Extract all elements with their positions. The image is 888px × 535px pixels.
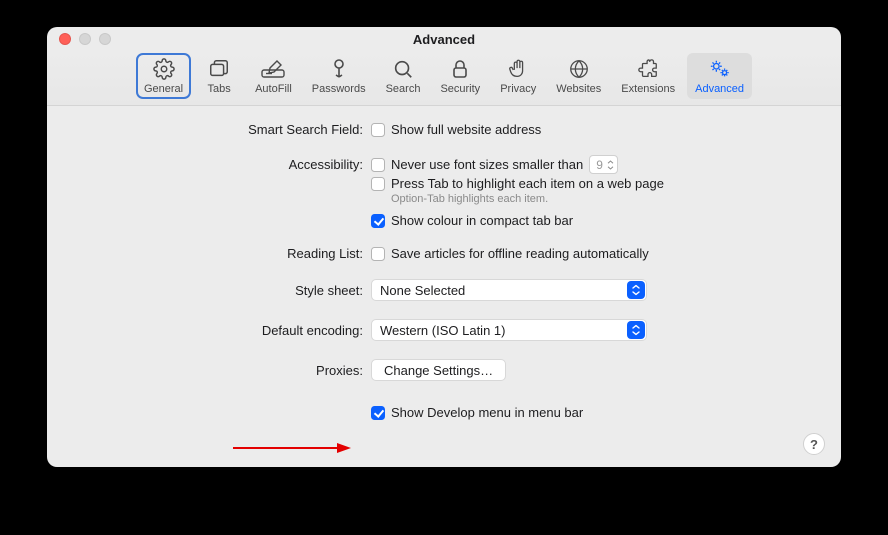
tabs-icon bbox=[208, 57, 230, 81]
default-encoding-value: Western (ISO Latin 1) bbox=[380, 323, 505, 338]
min-font-size-select[interactable]: 9 bbox=[589, 155, 618, 174]
tab-websites[interactable]: Websites bbox=[548, 53, 609, 99]
minimize-window-button[interactable] bbox=[79, 33, 91, 45]
preferences-toolbar: General Tabs AutoFill Passwords Search bbox=[47, 51, 841, 106]
change-settings-label: Change Settings… bbox=[384, 363, 493, 378]
style-sheet-select[interactable]: None Selected bbox=[371, 279, 647, 301]
tab-passwords[interactable]: Passwords bbox=[304, 53, 374, 99]
style-sheet-label: Style sheet: bbox=[71, 283, 371, 298]
save-offline-checkbox[interactable] bbox=[371, 247, 385, 261]
tab-label: Passwords bbox=[312, 83, 366, 95]
show-full-url-label: Show full website address bbox=[391, 122, 541, 137]
accessibility-label: Accessibility: bbox=[71, 157, 371, 172]
style-sheet-value: None Selected bbox=[380, 283, 465, 298]
help-label: ? bbox=[810, 437, 818, 452]
search-icon bbox=[392, 57, 414, 81]
reading-list-label: Reading List: bbox=[71, 246, 371, 261]
tab-label: Websites bbox=[556, 83, 601, 95]
tab-label: AutoFill bbox=[255, 83, 292, 95]
tab-search[interactable]: Search bbox=[378, 53, 429, 99]
gear-icon bbox=[153, 57, 175, 81]
never-font-smaller-label: Never use font sizes smaller than bbox=[391, 157, 583, 172]
tab-label: Tabs bbox=[207, 83, 230, 95]
change-settings-button[interactable]: Change Settings… bbox=[371, 359, 506, 381]
min-font-size-value: 9 bbox=[596, 158, 603, 172]
chevron-updown-icon bbox=[627, 281, 645, 299]
zoom-window-button[interactable] bbox=[99, 33, 111, 45]
tab-extensions[interactable]: Extensions bbox=[613, 53, 683, 99]
lock-icon bbox=[450, 57, 470, 81]
advanced-pane: Smart Search Field: Show full website ad… bbox=[47, 106, 841, 467]
tab-label: Extensions bbox=[621, 83, 675, 95]
tab-general[interactable]: General bbox=[136, 53, 191, 99]
tab-advanced[interactable]: Advanced bbox=[687, 53, 752, 99]
chevron-updown-icon bbox=[627, 321, 645, 339]
show-colour-compact-checkbox[interactable] bbox=[371, 214, 385, 228]
smart-search-label: Smart Search Field: bbox=[71, 122, 371, 137]
tab-security[interactable]: Security bbox=[432, 53, 488, 99]
help-button[interactable]: ? bbox=[803, 433, 825, 455]
press-tab-checkbox[interactable] bbox=[371, 177, 385, 191]
tab-autofill[interactable]: AutoFill bbox=[247, 53, 300, 99]
show-develop-menu-label: Show Develop menu in menu bar bbox=[391, 405, 583, 420]
puzzle-icon bbox=[637, 57, 659, 81]
pencil-field-icon bbox=[260, 57, 286, 81]
option-tab-hint: Option-Tab highlights each item. bbox=[391, 193, 548, 205]
hand-icon bbox=[507, 57, 529, 81]
show-develop-menu-checkbox[interactable] bbox=[371, 406, 385, 420]
save-offline-label: Save articles for offline reading automa… bbox=[391, 246, 649, 261]
show-full-url-checkbox[interactable] bbox=[371, 123, 385, 137]
never-font-smaller-checkbox[interactable] bbox=[371, 158, 385, 172]
tab-label: Privacy bbox=[500, 83, 536, 95]
proxies-label: Proxies: bbox=[71, 363, 371, 378]
key-icon bbox=[329, 57, 349, 81]
show-colour-compact-label: Show colour in compact tab bar bbox=[391, 213, 573, 228]
tab-tabs[interactable]: Tabs bbox=[195, 53, 243, 99]
default-encoding-select[interactable]: Western (ISO Latin 1) bbox=[371, 319, 647, 341]
globe-icon bbox=[568, 57, 590, 81]
tab-label: Search bbox=[386, 83, 421, 95]
window-title: Advanced bbox=[59, 32, 829, 47]
chevron-updown-icon bbox=[607, 160, 614, 170]
default-encoding-label: Default encoding: bbox=[71, 323, 371, 338]
tab-label: Security bbox=[440, 83, 480, 95]
tab-label: General bbox=[144, 83, 183, 95]
close-window-button[interactable] bbox=[59, 33, 71, 45]
preferences-window: Advanced General Tabs AutoFill Passwor bbox=[47, 27, 841, 467]
tab-privacy[interactable]: Privacy bbox=[492, 53, 544, 99]
titlebar: Advanced bbox=[47, 27, 841, 51]
window-controls bbox=[59, 33, 111, 45]
annotation-arrow bbox=[233, 442, 351, 454]
gears-icon bbox=[708, 57, 732, 81]
press-tab-label: Press Tab to highlight each item on a we… bbox=[391, 176, 664, 191]
tab-label: Advanced bbox=[695, 83, 744, 95]
